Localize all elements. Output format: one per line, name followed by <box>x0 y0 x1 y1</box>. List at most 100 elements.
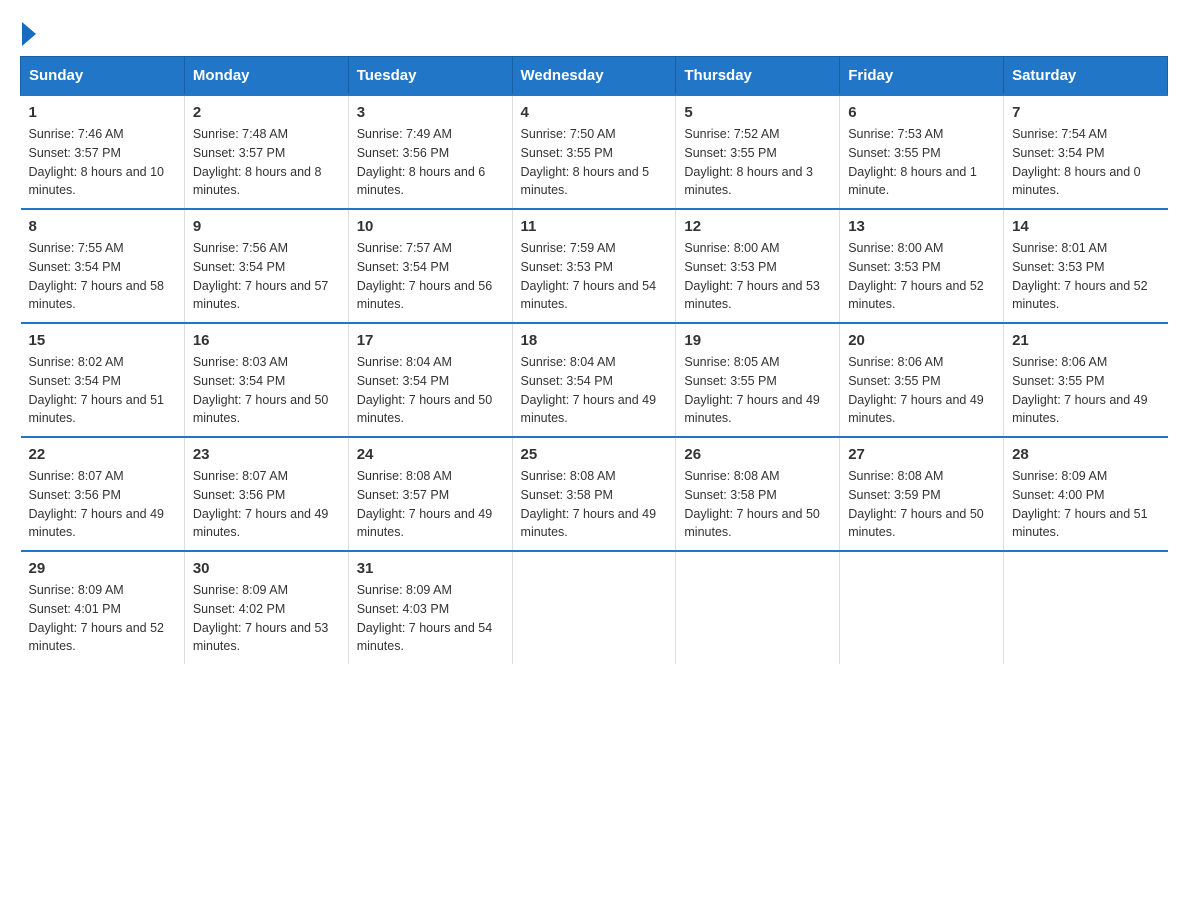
day-info: Sunrise: 7:53 AM Sunset: 3:55 PM Dayligh… <box>848 125 995 200</box>
day-info: Sunrise: 8:06 AM Sunset: 3:55 PM Dayligh… <box>1012 353 1159 428</box>
calendar-cell: 9 Sunrise: 7:56 AM Sunset: 3:54 PM Dayli… <box>184 209 348 323</box>
day-number: 23 <box>193 446 340 463</box>
calendar-cell: 16 Sunrise: 8:03 AM Sunset: 3:54 PM Dayl… <box>184 323 348 437</box>
calendar-header-tuesday: Tuesday <box>348 57 512 96</box>
day-info: Sunrise: 8:08 AM Sunset: 3:59 PM Dayligh… <box>848 467 995 542</box>
day-number: 6 <box>848 104 995 121</box>
logo <box>20 20 38 46</box>
logo-arrow-icon <box>22 22 36 46</box>
calendar-week-row: 15 Sunrise: 8:02 AM Sunset: 3:54 PM Dayl… <box>21 323 1168 437</box>
day-number: 18 <box>521 332 668 349</box>
day-number: 7 <box>1012 104 1159 121</box>
calendar-cell: 12 Sunrise: 8:00 AM Sunset: 3:53 PM Dayl… <box>676 209 840 323</box>
day-number: 19 <box>684 332 831 349</box>
day-info: Sunrise: 8:01 AM Sunset: 3:53 PM Dayligh… <box>1012 239 1159 314</box>
day-number: 11 <box>521 218 668 235</box>
calendar-cell: 6 Sunrise: 7:53 AM Sunset: 3:55 PM Dayli… <box>840 95 1004 209</box>
day-info: Sunrise: 8:05 AM Sunset: 3:55 PM Dayligh… <box>684 353 831 428</box>
day-number: 10 <box>357 218 504 235</box>
calendar-week-row: 8 Sunrise: 7:55 AM Sunset: 3:54 PM Dayli… <box>21 209 1168 323</box>
calendar-week-row: 1 Sunrise: 7:46 AM Sunset: 3:57 PM Dayli… <box>21 95 1168 209</box>
day-number: 21 <box>1012 332 1159 349</box>
day-number: 26 <box>684 446 831 463</box>
day-number: 30 <box>193 560 340 577</box>
day-info: Sunrise: 7:54 AM Sunset: 3:54 PM Dayligh… <box>1012 125 1159 200</box>
calendar-header-monday: Monday <box>184 57 348 96</box>
calendar-cell: 31 Sunrise: 8:09 AM Sunset: 4:03 PM Dayl… <box>348 551 512 664</box>
day-info: Sunrise: 8:08 AM Sunset: 3:58 PM Dayligh… <box>521 467 668 542</box>
day-number: 16 <box>193 332 340 349</box>
calendar-cell: 22 Sunrise: 8:07 AM Sunset: 3:56 PM Dayl… <box>21 437 185 551</box>
calendar-cell: 2 Sunrise: 7:48 AM Sunset: 3:57 PM Dayli… <box>184 95 348 209</box>
day-number: 5 <box>684 104 831 121</box>
day-info: Sunrise: 8:08 AM Sunset: 3:57 PM Dayligh… <box>357 467 504 542</box>
calendar-cell: 17 Sunrise: 8:04 AM Sunset: 3:54 PM Dayl… <box>348 323 512 437</box>
calendar-header-wednesday: Wednesday <box>512 57 676 96</box>
calendar-cell: 24 Sunrise: 8:08 AM Sunset: 3:57 PM Dayl… <box>348 437 512 551</box>
day-number: 2 <box>193 104 340 121</box>
day-info: Sunrise: 8:04 AM Sunset: 3:54 PM Dayligh… <box>357 353 504 428</box>
calendar-cell: 20 Sunrise: 8:06 AM Sunset: 3:55 PM Dayl… <box>840 323 1004 437</box>
calendar-cell: 5 Sunrise: 7:52 AM Sunset: 3:55 PM Dayli… <box>676 95 840 209</box>
day-number: 9 <box>193 218 340 235</box>
calendar-cell: 25 Sunrise: 8:08 AM Sunset: 3:58 PM Dayl… <box>512 437 676 551</box>
day-info: Sunrise: 7:46 AM Sunset: 3:57 PM Dayligh… <box>29 125 176 200</box>
day-number: 27 <box>848 446 995 463</box>
calendar-cell: 3 Sunrise: 7:49 AM Sunset: 3:56 PM Dayli… <box>348 95 512 209</box>
calendar-cell: 23 Sunrise: 8:07 AM Sunset: 3:56 PM Dayl… <box>184 437 348 551</box>
calendar-cell: 1 Sunrise: 7:46 AM Sunset: 3:57 PM Dayli… <box>21 95 185 209</box>
day-number: 1 <box>29 104 176 121</box>
calendar-cell: 28 Sunrise: 8:09 AM Sunset: 4:00 PM Dayl… <box>1004 437 1168 551</box>
calendar-cell: 4 Sunrise: 7:50 AM Sunset: 3:55 PM Dayli… <box>512 95 676 209</box>
calendar-header-sunday: Sunday <box>21 57 185 96</box>
calendar-cell: 10 Sunrise: 7:57 AM Sunset: 3:54 PM Dayl… <box>348 209 512 323</box>
day-number: 13 <box>848 218 995 235</box>
calendar-cell: 27 Sunrise: 8:08 AM Sunset: 3:59 PM Dayl… <box>840 437 1004 551</box>
day-number: 24 <box>357 446 504 463</box>
calendar-table: SundayMondayTuesdayWednesdayThursdayFrid… <box>20 56 1168 664</box>
day-info: Sunrise: 8:08 AM Sunset: 3:58 PM Dayligh… <box>684 467 831 542</box>
day-info: Sunrise: 7:56 AM Sunset: 3:54 PM Dayligh… <box>193 239 340 314</box>
day-number: 31 <box>357 560 504 577</box>
calendar-week-row: 22 Sunrise: 8:07 AM Sunset: 3:56 PM Dayl… <box>21 437 1168 551</box>
day-info: Sunrise: 8:09 AM Sunset: 4:02 PM Dayligh… <box>193 581 340 656</box>
day-info: Sunrise: 8:07 AM Sunset: 3:56 PM Dayligh… <box>193 467 340 542</box>
day-info: Sunrise: 7:48 AM Sunset: 3:57 PM Dayligh… <box>193 125 340 200</box>
calendar-cell: 29 Sunrise: 8:09 AM Sunset: 4:01 PM Dayl… <box>21 551 185 664</box>
day-number: 15 <box>29 332 176 349</box>
calendar-header-saturday: Saturday <box>1004 57 1168 96</box>
calendar-cell: 18 Sunrise: 8:04 AM Sunset: 3:54 PM Dayl… <box>512 323 676 437</box>
day-number: 20 <box>848 332 995 349</box>
day-info: Sunrise: 7:50 AM Sunset: 3:55 PM Dayligh… <box>521 125 668 200</box>
day-number: 22 <box>29 446 176 463</box>
day-info: Sunrise: 8:00 AM Sunset: 3:53 PM Dayligh… <box>684 239 831 314</box>
day-number: 14 <box>1012 218 1159 235</box>
calendar-week-row: 29 Sunrise: 8:09 AM Sunset: 4:01 PM Dayl… <box>21 551 1168 664</box>
day-number: 8 <box>29 218 176 235</box>
day-info: Sunrise: 7:52 AM Sunset: 3:55 PM Dayligh… <box>684 125 831 200</box>
calendar-cell: 11 Sunrise: 7:59 AM Sunset: 3:53 PM Dayl… <box>512 209 676 323</box>
calendar-header-friday: Friday <box>840 57 1004 96</box>
calendar-cell: 21 Sunrise: 8:06 AM Sunset: 3:55 PM Dayl… <box>1004 323 1168 437</box>
day-info: Sunrise: 7:59 AM Sunset: 3:53 PM Dayligh… <box>521 239 668 314</box>
calendar-cell: 13 Sunrise: 8:00 AM Sunset: 3:53 PM Dayl… <box>840 209 1004 323</box>
calendar-cell: 14 Sunrise: 8:01 AM Sunset: 3:53 PM Dayl… <box>1004 209 1168 323</box>
day-info: Sunrise: 7:49 AM Sunset: 3:56 PM Dayligh… <box>357 125 504 200</box>
calendar-cell <box>512 551 676 664</box>
day-info: Sunrise: 8:07 AM Sunset: 3:56 PM Dayligh… <box>29 467 176 542</box>
day-info: Sunrise: 8:09 AM Sunset: 4:01 PM Dayligh… <box>29 581 176 656</box>
day-number: 25 <box>521 446 668 463</box>
calendar-cell <box>1004 551 1168 664</box>
day-info: Sunrise: 8:09 AM Sunset: 4:03 PM Dayligh… <box>357 581 504 656</box>
calendar-cell: 30 Sunrise: 8:09 AM Sunset: 4:02 PM Dayl… <box>184 551 348 664</box>
page-header <box>20 20 1168 46</box>
calendar-cell: 7 Sunrise: 7:54 AM Sunset: 3:54 PM Dayli… <box>1004 95 1168 209</box>
day-info: Sunrise: 8:03 AM Sunset: 3:54 PM Dayligh… <box>193 353 340 428</box>
calendar-cell: 15 Sunrise: 8:02 AM Sunset: 3:54 PM Dayl… <box>21 323 185 437</box>
day-number: 12 <box>684 218 831 235</box>
calendar-cell: 26 Sunrise: 8:08 AM Sunset: 3:58 PM Dayl… <box>676 437 840 551</box>
day-number: 4 <box>521 104 668 121</box>
day-info: Sunrise: 7:57 AM Sunset: 3:54 PM Dayligh… <box>357 239 504 314</box>
day-number: 28 <box>1012 446 1159 463</box>
day-number: 29 <box>29 560 176 577</box>
